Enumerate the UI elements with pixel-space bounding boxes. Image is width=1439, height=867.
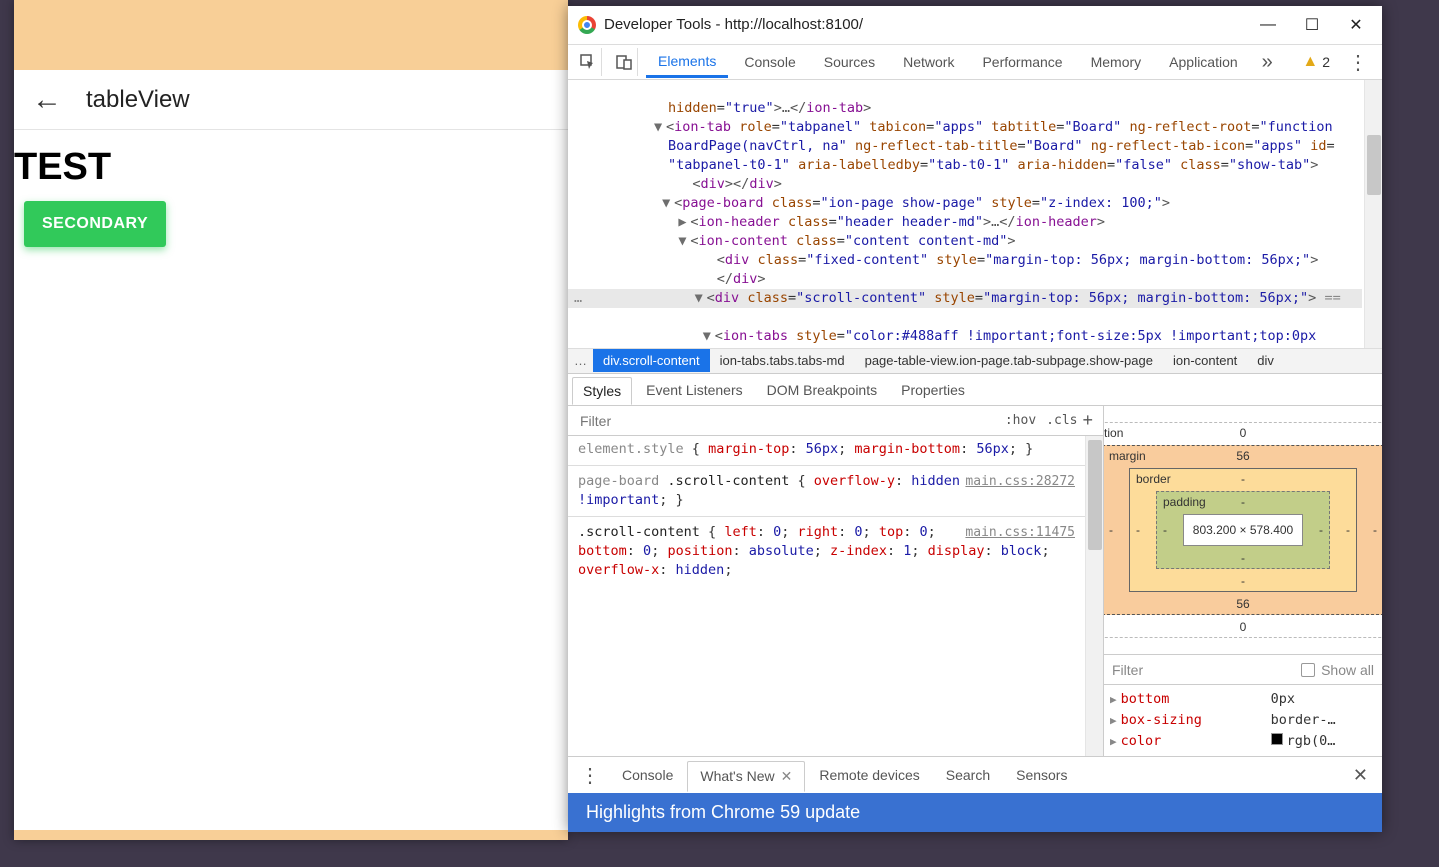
drawer-content-headline: Highlights from Chrome 59 update [568, 793, 1382, 832]
secondary-button[interactable]: SECONDARY [24, 201, 166, 247]
bm-margin-label: margin [1109, 449, 1146, 463]
tab-performance[interactable]: Performance [970, 48, 1074, 76]
breadcrumb-selected[interactable]: div.scroll-content [593, 349, 710, 372]
mobile-body: TEST SECONDARY [14, 130, 568, 247]
dom-tree-scrollbar[interactable] [1364, 80, 1382, 348]
back-arrow-icon[interactable]: ← [32, 83, 62, 117]
main-tabbar: Elements Console Sources Network Perform… [568, 45, 1382, 80]
device-toolbar-icon[interactable] [610, 48, 638, 76]
computed-filter-row: Filter Show all [1104, 655, 1382, 685]
warnings-badge[interactable]: ▲ 2 [1296, 53, 1336, 71]
drawer-tab-console[interactable]: Console [610, 761, 685, 789]
mobile-header: ← tableView [14, 70, 568, 130]
breadcrumb-item[interactable]: ion-content [1163, 349, 1247, 372]
tab-console[interactable]: Console [732, 48, 807, 76]
devtools-window: Developer Tools - http://localhost:8100/… [568, 6, 1382, 832]
drawer-close-icon[interactable]: ✕ [1343, 765, 1378, 786]
window-maximize-button[interactable]: ☐ [1290, 9, 1334, 41]
page-title: tableView [86, 86, 190, 114]
window-titlebar: Developer Tools - http://localhost:8100/… [568, 6, 1382, 45]
source-link[interactable]: main.css:11475 [965, 523, 1075, 542]
styles-rules-pane: :hov .cls + element.style { margin-top: … [568, 406, 1104, 756]
cls-toggle[interactable]: .cls [1041, 413, 1082, 428]
mobile-page: ← tableView TEST SECONDARY [14, 70, 568, 830]
styles-tab-dom[interactable]: DOM Breakpoints [757, 377, 887, 403]
breadcrumb-ellipsis[interactable]: … [568, 353, 593, 368]
drawer-tabbar: ⋮ Console What's New ✕ Remote devices Se… [568, 756, 1382, 793]
tab-elements[interactable]: Elements [646, 47, 728, 78]
tab-application[interactable]: Application [1157, 48, 1250, 76]
tab-network[interactable]: Network [891, 48, 966, 76]
styles-filter-row: :hov .cls + [568, 406, 1103, 436]
computed-filter-label[interactable]: Filter [1112, 662, 1143, 678]
bm-position-label: position [1104, 426, 1123, 440]
styles-tabbar: Styles Event Listeners DOM Breakpoints P… [568, 374, 1382, 406]
chrome-logo-icon [578, 16, 596, 34]
styles-tab-event[interactable]: Event Listeners [636, 377, 753, 403]
styles-panel: Styles Event Listeners DOM Breakpoints P… [568, 373, 1382, 756]
drawer-tab-whatsnew[interactable]: What's New ✕ [687, 761, 805, 792]
box-model-diagram[interactable]: position 0 0 0 0 margin 56 56 - - [1104, 406, 1382, 655]
drawer-menu-icon[interactable]: ⋮ [572, 763, 608, 788]
devtools-menu-icon[interactable]: ⋮ [1340, 50, 1376, 75]
breadcrumb-item[interactable]: ion-tabs.tabs.tabs-md [710, 349, 855, 372]
bm-padding-label: padding [1163, 495, 1206, 509]
warnings-count: 2 [1322, 54, 1330, 70]
css-rules-list[interactable]: element.style { margin-top: 56px; margin… [568, 436, 1103, 756]
computed-properties-list[interactable]: ▶bottom0px ▶box-sizingborder-… ▶colorrgb… [1104, 685, 1382, 756]
tab-memory[interactable]: Memory [1079, 48, 1154, 76]
hov-toggle[interactable]: :hov [1000, 413, 1041, 428]
bm-content-size: 803.200 × 578.400 [1183, 514, 1303, 546]
showall-label: Show all [1321, 662, 1374, 678]
test-heading: TEST [14, 146, 568, 189]
warning-triangle-icon: ▲ [1302, 53, 1318, 71]
styles-tab-styles[interactable]: Styles [572, 377, 632, 405]
showall-checkbox[interactable] [1301, 663, 1315, 677]
drawer-tab-sensors[interactable]: Sensors [1004, 761, 1079, 789]
styles-filter-input[interactable] [578, 412, 1000, 430]
css-rules-scrollbar[interactable] [1085, 436, 1103, 756]
tabs-overflow-icon[interactable]: » [1254, 51, 1281, 74]
inspect-element-icon[interactable] [574, 48, 602, 76]
tab-sources[interactable]: Sources [812, 48, 887, 76]
computed-pane: position 0 0 0 0 margin 56 56 - - [1104, 406, 1382, 756]
drawer-tab-search[interactable]: Search [934, 761, 1002, 789]
window-title-text: Developer Tools - http://localhost:8100/ [604, 16, 1246, 33]
dom-breadcrumb: … div.scroll-content ion-tabs.tabs.tabs-… [568, 348, 1382, 373]
breadcrumb-item[interactable]: div [1247, 349, 1284, 372]
window-minimize-button[interactable]: — [1246, 9, 1290, 41]
styles-tab-props[interactable]: Properties [891, 377, 975, 403]
drawer-tab-remote[interactable]: Remote devices [807, 761, 931, 789]
window-close-button[interactable]: ✕ [1334, 9, 1378, 41]
bm-border-label: border [1136, 472, 1171, 486]
source-link[interactable]: main.css:28272 [965, 472, 1075, 491]
mobile-preview: ← tableView TEST SECONDARY [14, 0, 568, 840]
breadcrumb-item[interactable]: page-table-view.ion-page.tab-subpage.sho… [855, 349, 1163, 372]
elements-dom-tree[interactable]: hidden="true">…</ion-tab> ▼<ion-tab role… [568, 80, 1382, 348]
close-tab-icon[interactable]: ✕ [781, 768, 793, 785]
new-rule-button[interactable]: + [1082, 410, 1093, 431]
